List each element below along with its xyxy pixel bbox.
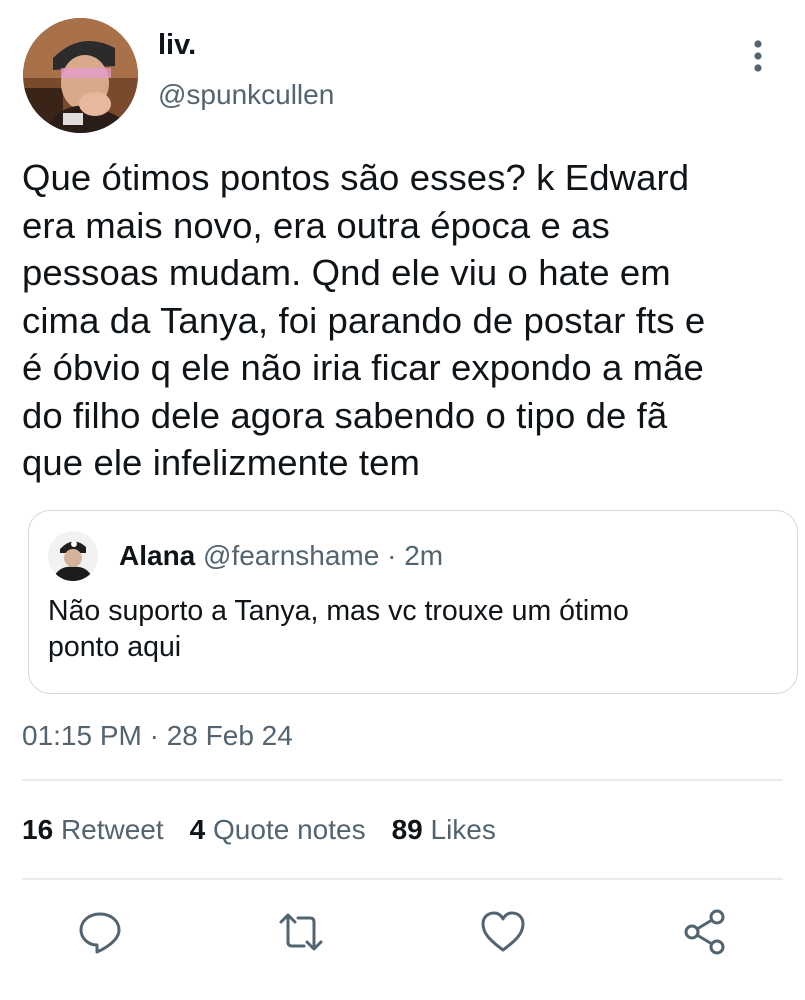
divider [22,878,783,880]
quoted-header: Alana @fearnshame · 2m [119,539,443,573]
quoted-text: Não suporto a Tanya, mas vc trouxe um ót… [48,595,629,663]
heart-icon[interactable] [479,908,527,956]
tweet-text: Que ótimos pontos são esses? k Edward er… [22,157,706,483]
quote-stat[interactable]: 4 Quote notes [190,812,366,848]
divider [22,779,783,781]
tweet-stats: 16 Retweet 4 Quote notes 89 Likes [22,812,522,848]
quote-count: 4 [189,814,206,845]
retweet-stat[interactable]: 16 Retweet [22,812,164,848]
share-icon[interactable] [681,908,729,956]
quote-label: Quote notes [213,814,366,845]
quoted-tweet[interactable]: Alana @fearnshame · 2m Não suporto a Tan… [28,510,798,694]
likes-stat[interactable]: 89 Likes [392,812,496,848]
author-avatar[interactable] [23,18,138,133]
likes-label: Likes [430,814,496,845]
retweet-label: Retweet [60,814,164,845]
retweet-icon[interactable] [277,908,325,956]
quoted-meta: @fearnshame · 2m [203,540,444,571]
likes-count: 89 [391,814,423,845]
quoted-display-name: Alana [119,540,196,571]
quoted-avatar [48,531,98,581]
more-options-icon[interactable] [740,36,776,76]
reply-icon[interactable] [76,908,124,956]
author-handle[interactable]: @spunkcullen [158,78,334,112]
tweet-timestamp[interactable]: 01:15 PM · 28 Feb 24 [22,718,293,754]
retweet-count: 16 [22,814,54,845]
author-display-name[interactable]: liv. [158,28,196,62]
